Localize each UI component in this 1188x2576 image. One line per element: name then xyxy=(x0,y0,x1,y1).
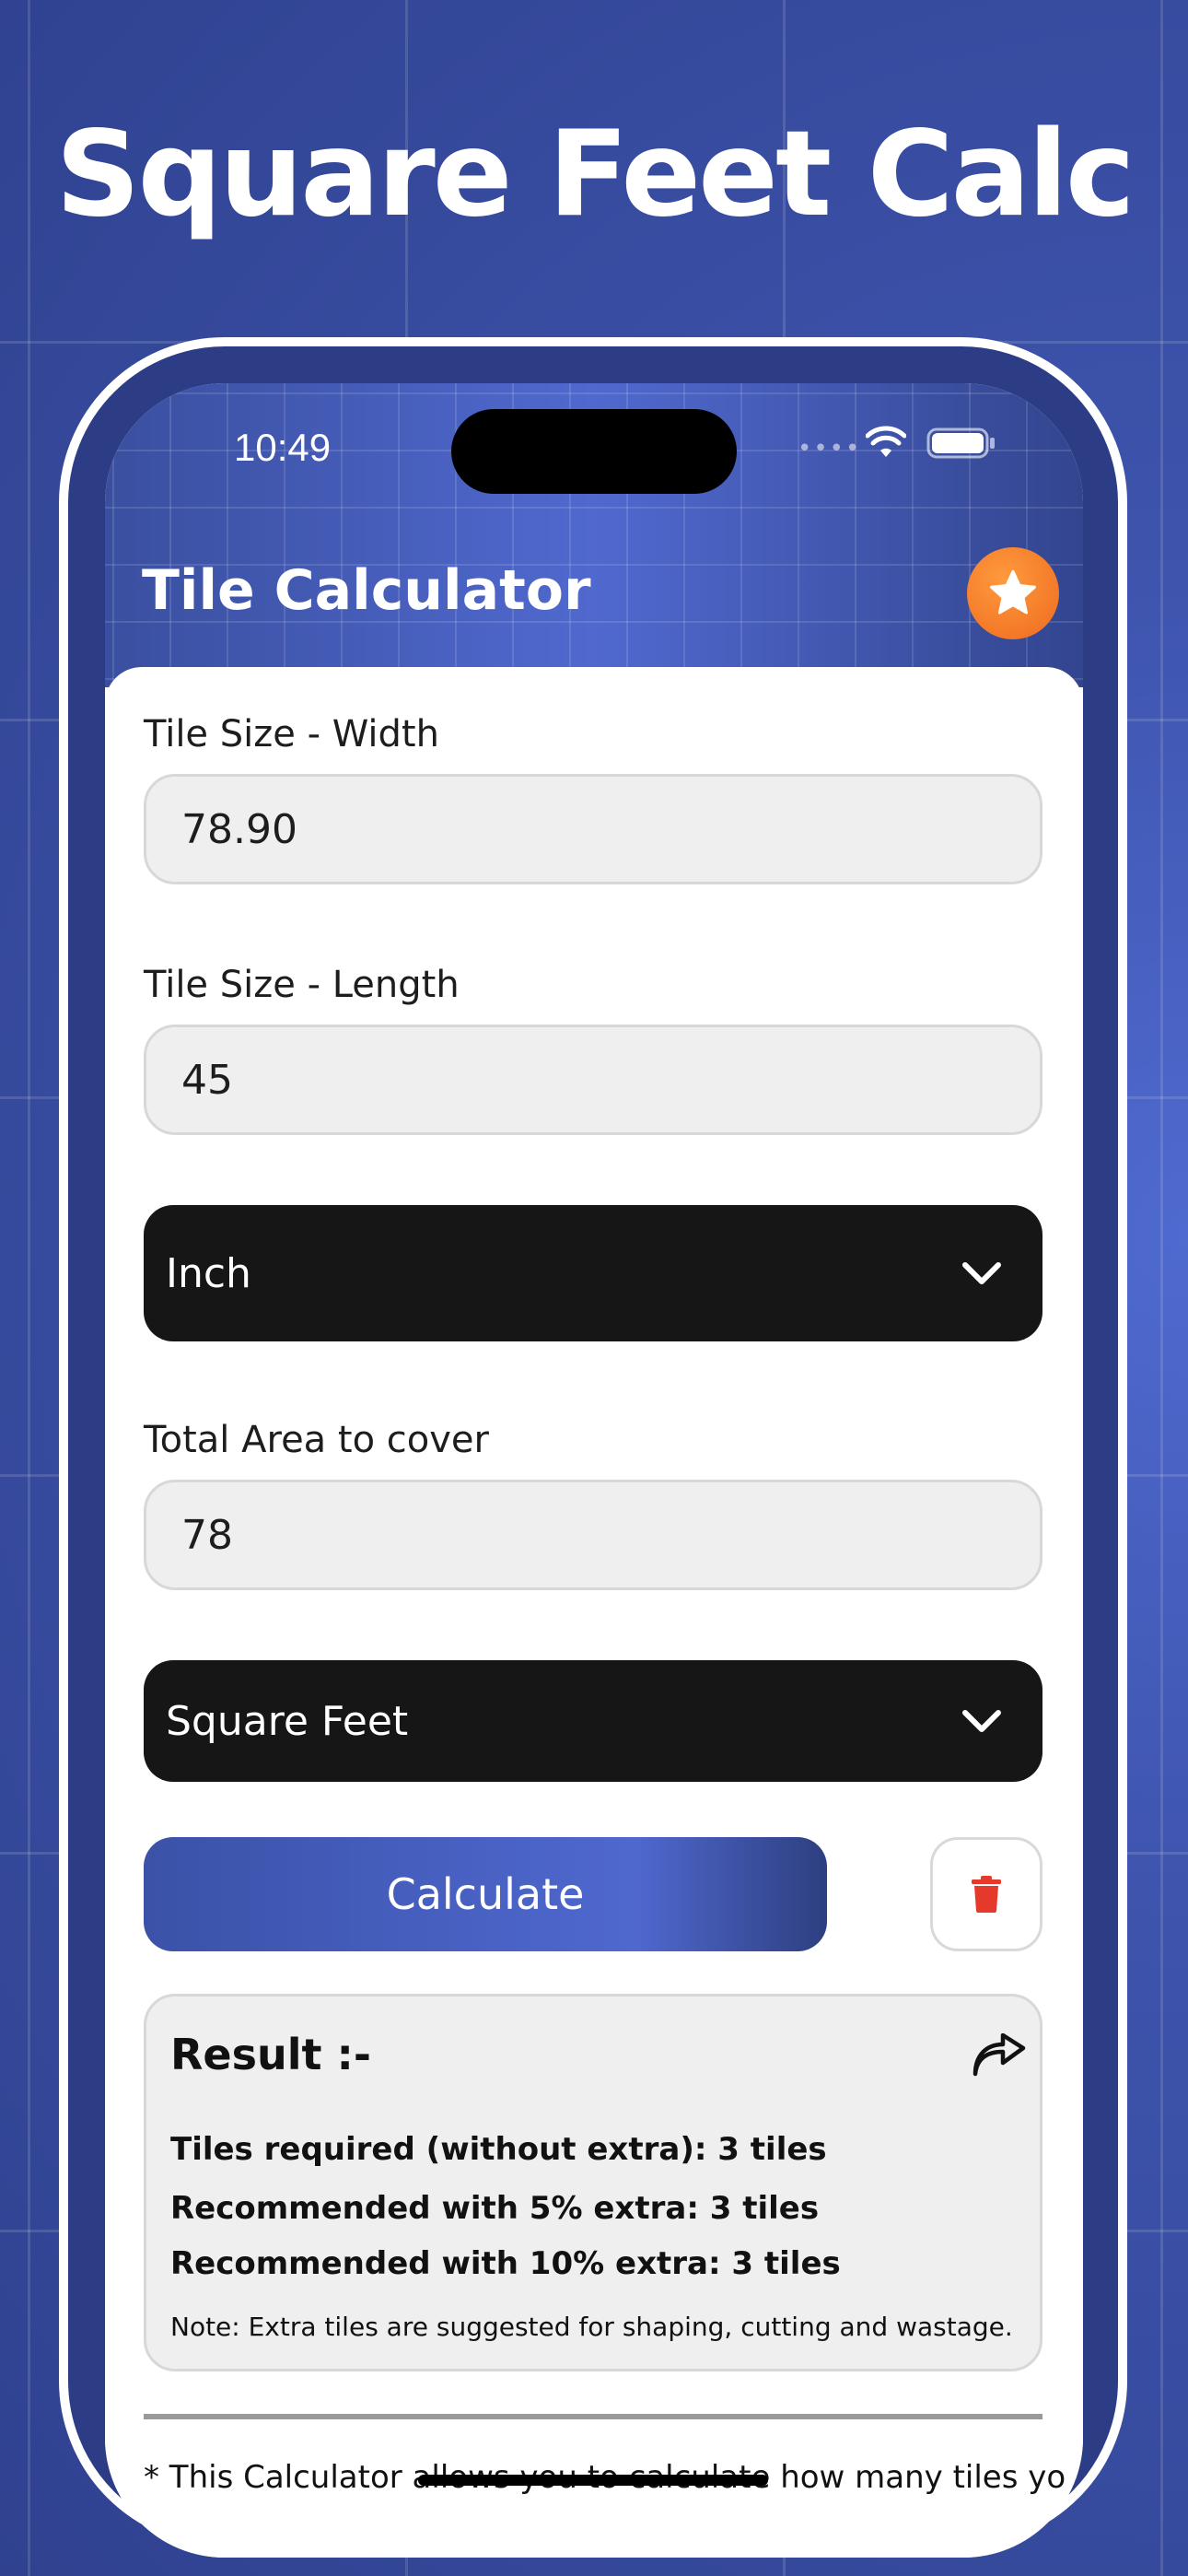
chevron-down-icon xyxy=(962,1710,1001,1732)
area-unit-select[interactable]: Square Feet xyxy=(144,1660,1042,1782)
favorite-button[interactable] xyxy=(967,547,1059,639)
result-line-no-extra: Tiles required (without extra): 3 tiles xyxy=(170,2131,827,2168)
result-line-10-percent: Recommended with 10% extra: 3 tiles xyxy=(170,2245,841,2282)
chevron-down-icon xyxy=(962,1262,1001,1284)
form-sheet: Tile Size - Width 78.90 Tile Size - Leng… xyxy=(105,667,1083,2558)
app-title: Tile Calculator xyxy=(142,558,591,623)
star-icon xyxy=(990,569,1036,615)
dynamic-island xyxy=(451,409,737,494)
width-input[interactable]: 78.90 xyxy=(144,774,1042,884)
status-time: 10:49 xyxy=(234,426,332,469)
phone-screen: 10:49 •••• Tile Calculator Tile Size - W… xyxy=(105,383,1083,2558)
length-label: Tile Size - Length xyxy=(144,964,460,1006)
length-input[interactable]: 45 xyxy=(144,1025,1042,1135)
wifi-icon xyxy=(866,426,906,457)
delete-button[interactable] xyxy=(930,1837,1042,1951)
share-icon[interactable] xyxy=(970,2033,1027,2079)
trash-icon xyxy=(972,1876,1001,1913)
calculate-button[interactable]: Calculate xyxy=(144,1837,827,1951)
signal-dots-icon: •••• xyxy=(798,435,862,463)
home-indicator xyxy=(418,2475,768,2486)
result-card: Result :- Tiles required (without extra)… xyxy=(144,1994,1042,2371)
unit-select[interactable]: Inch xyxy=(144,1205,1042,1341)
area-unit-select-value: Square Feet xyxy=(166,1697,409,1745)
promo-title: Square Feet Calc xyxy=(55,106,1136,243)
battery-icon xyxy=(926,427,995,459)
result-note: Note: Extra tiles are suggested for shap… xyxy=(170,2312,1013,2342)
area-input[interactable]: 78 xyxy=(144,1480,1042,1590)
calculate-label: Calculate xyxy=(386,1869,585,1919)
area-label: Total Area to cover xyxy=(144,1419,489,1461)
app-header: 10:49 •••• Tile Calculator xyxy=(105,383,1083,687)
width-label: Tile Size - Width xyxy=(144,713,439,755)
divider xyxy=(144,2414,1042,2419)
result-title: Result :- xyxy=(170,2030,372,2079)
unit-select-value: Inch xyxy=(166,1249,251,1297)
result-line-5-percent: Recommended with 5% extra: 3 tiles xyxy=(170,2190,820,2227)
